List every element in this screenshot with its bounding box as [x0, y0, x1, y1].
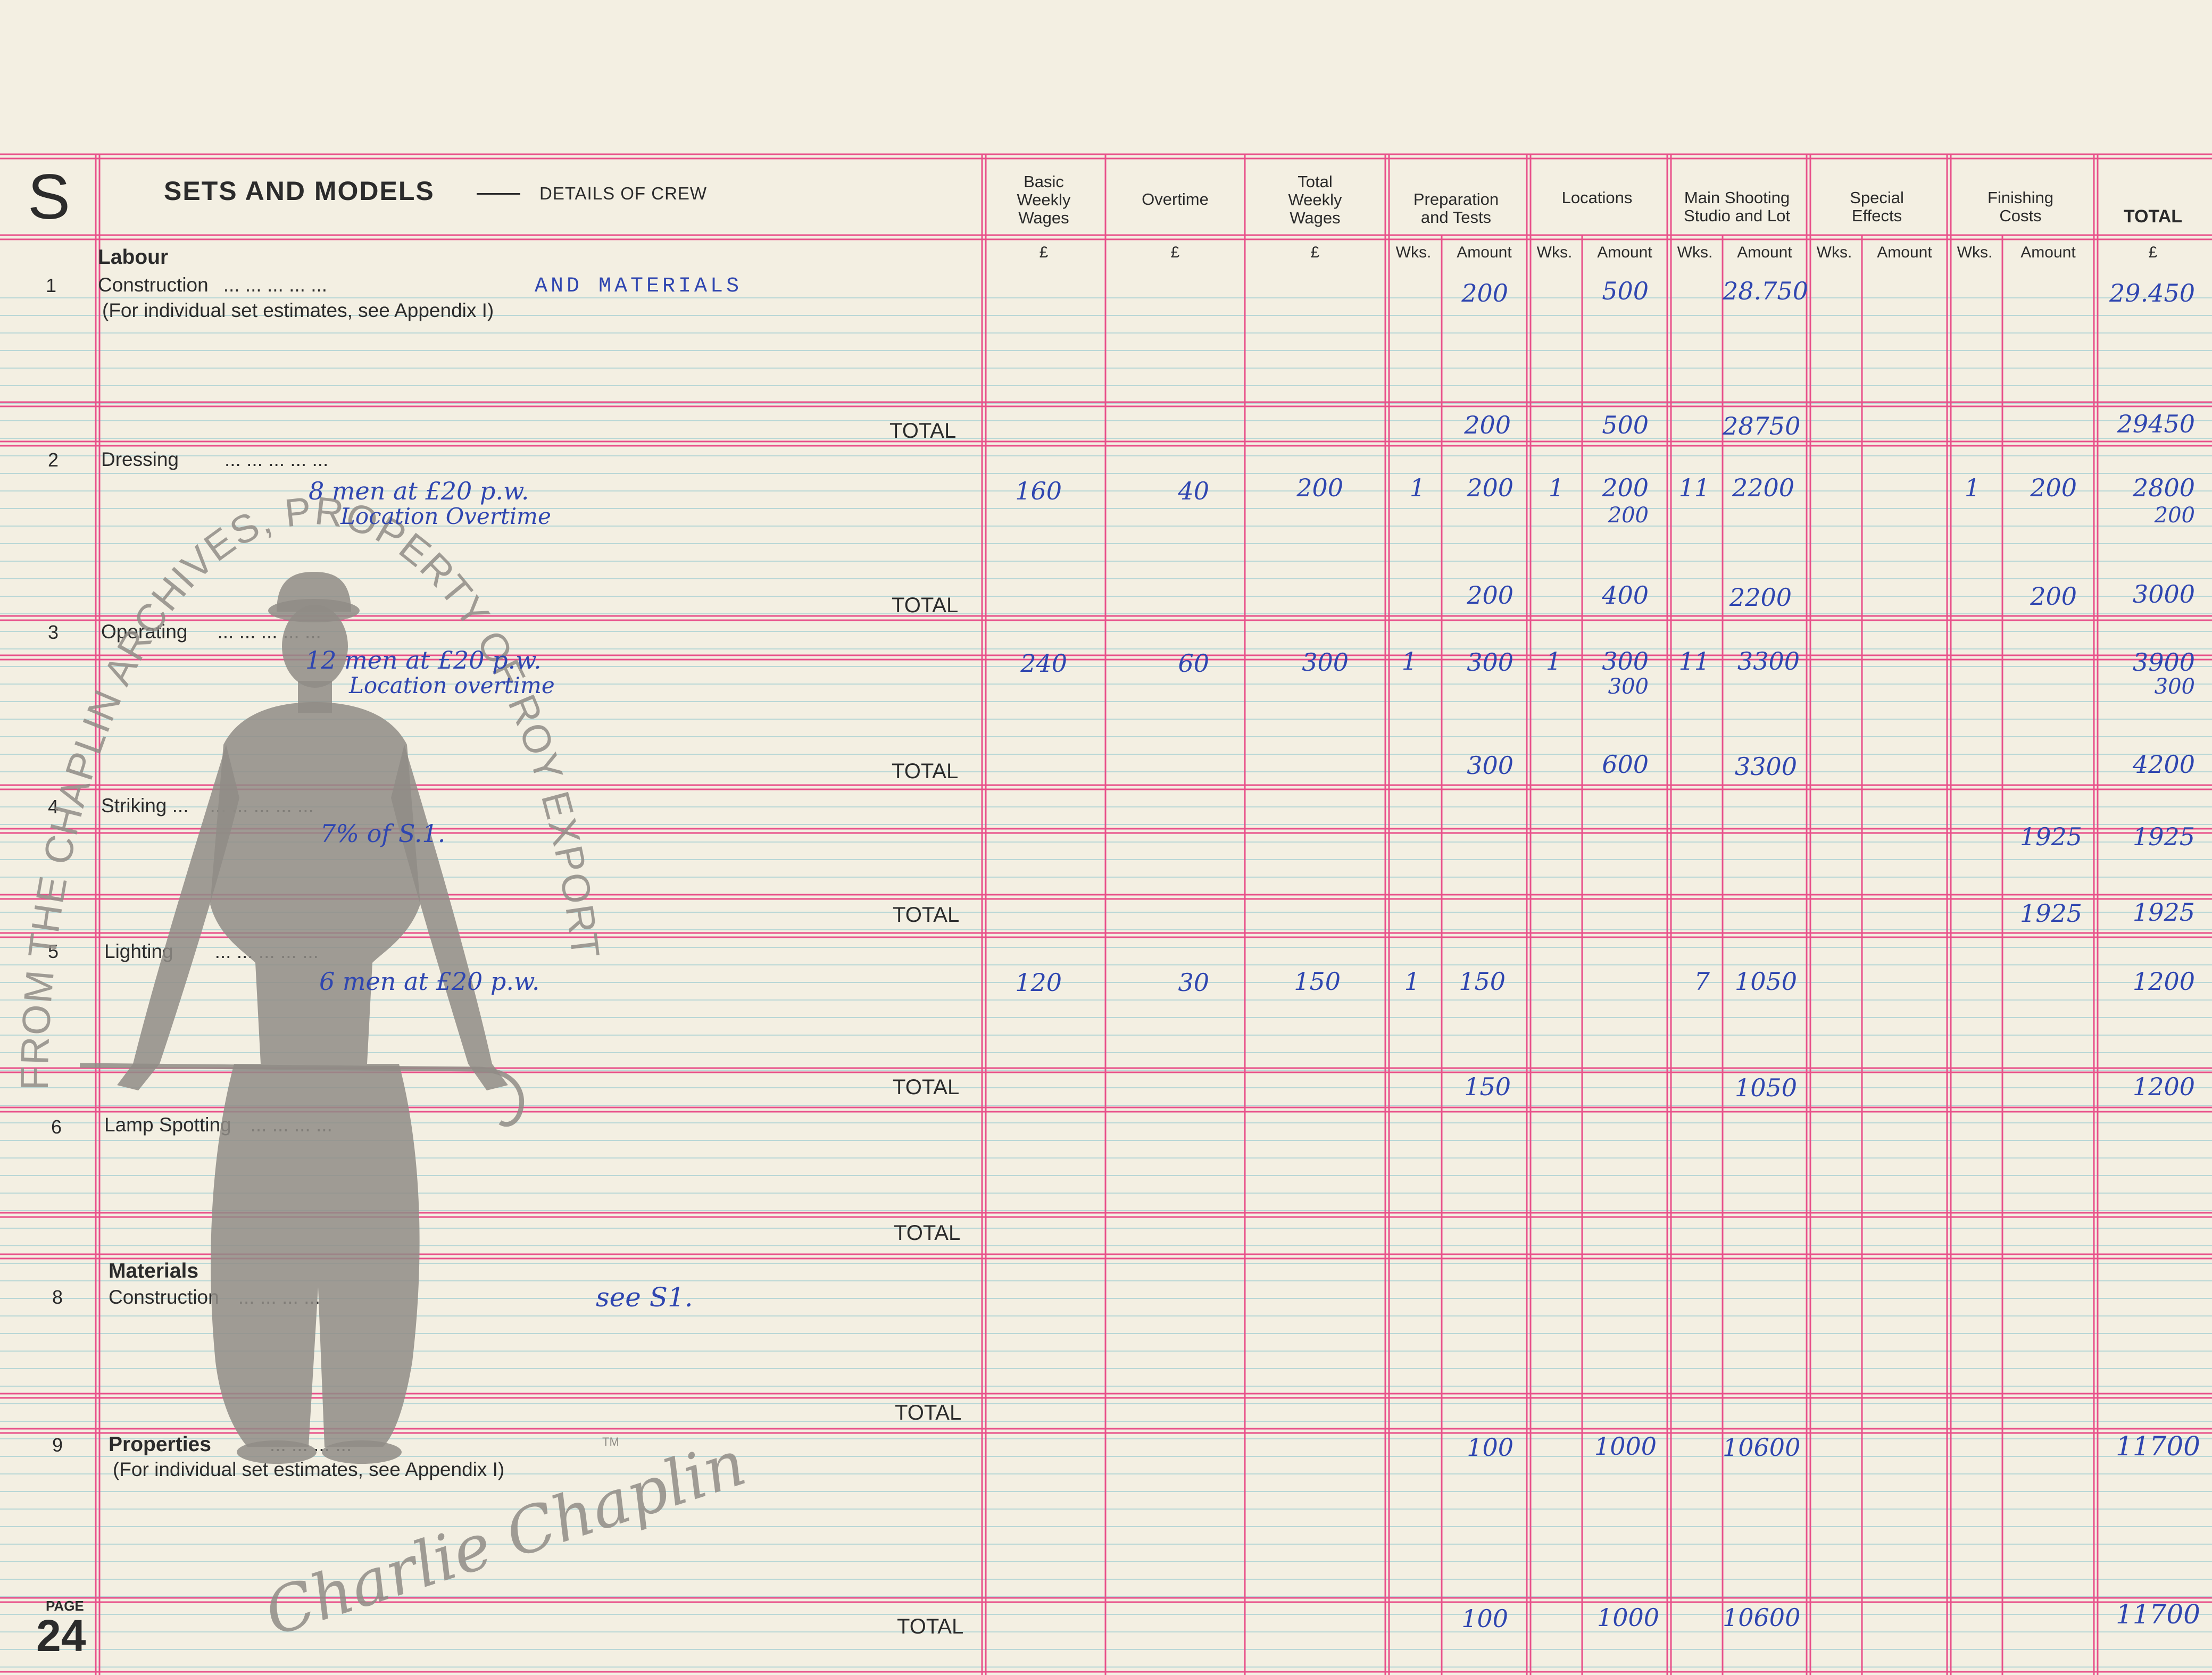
hw-note: 8 men at £20 p.w. [309, 477, 529, 505]
hw-value: 3300 [1734, 752, 1797, 781]
hw-note: see S1. [596, 1282, 693, 1313]
hw-value: 1000 [1596, 1603, 1659, 1632]
hw-value: 29450 [2117, 410, 2195, 438]
trademark: TM [602, 1435, 619, 1448]
hw-value: 11 [1678, 473, 1710, 502]
hw-value: 1000 [1594, 1432, 1657, 1461]
hw-value: 300 [1302, 648, 1349, 677]
hw-value: 1925 [2019, 899, 2082, 928]
hw-value: 500 [1602, 411, 1649, 439]
hw-value: 200 [1467, 473, 1514, 502]
hw-value: 4200 [2132, 750, 2195, 779]
hw-value: 1925 [2132, 898, 2195, 927]
hw-value: 1200 [2132, 1072, 2195, 1101]
hw-value: 7 [1694, 967, 1710, 996]
hw-value: 1 [1545, 647, 1561, 676]
hw-value: 400 [1602, 581, 1649, 610]
hw-value: 240 [1020, 649, 1067, 678]
hw-value: 300 [2154, 674, 2195, 699]
hw-value: 160 [1015, 477, 1062, 505]
hw-value: 11 [1678, 647, 1710, 676]
hw-value: 28750 [1723, 412, 1801, 440]
signature: Charlie Chaplin [256, 1426, 754, 1651]
hw-value: 1925 [2132, 822, 2195, 851]
hw-value: 200 [2030, 473, 2077, 502]
hw-note: 6 men at £20 p.w. [319, 967, 540, 996]
hw-value: 600 [1602, 750, 1649, 779]
hw-value: 300 [1467, 751, 1514, 780]
hw-note: 7% of S.1. [320, 819, 446, 848]
hw-note: Location Overtime [340, 503, 551, 529]
hw-value: 200 [1602, 473, 1649, 502]
hw-value: 40 [1178, 477, 1209, 505]
hw-value: 150 [1464, 1072, 1511, 1101]
hw-value: 120 [1015, 968, 1062, 997]
hw-value: 100 [1467, 1433, 1514, 1462]
hw-value: 200 [1608, 503, 1649, 528]
hw-value: 1 [1401, 647, 1417, 676]
hw-value: 150 [1294, 967, 1341, 996]
hw-value: 200 [1467, 581, 1514, 610]
hw-value: 2200 [1732, 473, 1794, 502]
hw-value: 200 [2154, 503, 2195, 528]
hw-value: 29.450 [2109, 279, 2195, 307]
hw-value: 500 [1602, 277, 1649, 305]
hw-note: 12 men at £20 p.w. [305, 646, 542, 674]
hw-value: 1 [1404, 967, 1420, 996]
hw-value: 10600 [1723, 1603, 1801, 1632]
hw-note: Location overtime [349, 672, 555, 698]
hw-value: 200 [1461, 279, 1508, 307]
hw-value: 11700 [2115, 1599, 2200, 1630]
chaplin-silhouette-icon [117, 572, 508, 1464]
hw-value: 1 [1409, 473, 1425, 502]
hw-value: 200 [2030, 582, 2077, 611]
hw-value: 3000 [2132, 580, 2195, 609]
hw-value: 10600 [1723, 1433, 1801, 1462]
hw-value: 200 [1464, 411, 1511, 439]
hw-note: AND MATERIALS [535, 274, 743, 298]
hw-value: 30 [1178, 968, 1209, 997]
hw-value: 2800 [2132, 473, 2195, 502]
hw-value: 300 [1467, 648, 1514, 677]
hw-value: 1050 [1734, 1073, 1797, 1102]
hw-value: 1050 [1734, 967, 1797, 996]
hw-value: 11700 [2115, 1431, 2200, 1462]
hw-value: 1200 [2132, 967, 2195, 996]
hw-value: 60 [1178, 649, 1209, 678]
hw-value: 28.750 [1723, 277, 1808, 305]
hw-value: 3300 [1737, 647, 1800, 676]
hw-value: 200 [1296, 473, 1343, 502]
hw-value: 300 [1602, 647, 1649, 676]
hw-value: 150 [1459, 967, 1506, 996]
hw-value: 2200 [1729, 583, 1792, 612]
hw-value: 1 [1964, 473, 1980, 502]
hw-value: 1 [1548, 473, 1564, 502]
hw-value: 1925 [2019, 822, 2082, 851]
hw-value: 100 [1461, 1604, 1508, 1633]
hw-value: 300 [1608, 674, 1649, 699]
hw-value: 3900 [2132, 648, 2195, 677]
